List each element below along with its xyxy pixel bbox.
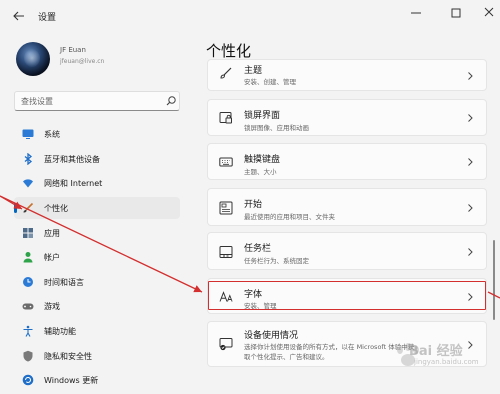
user-email: jfeuan@live.cn — [60, 58, 105, 65]
card-subtitle: 安装、管理 — [244, 302, 277, 310]
card-subtitle: 最近使用的应用和项目、文件夹 — [244, 213, 335, 221]
sidebar-item-label: 游戏 — [44, 302, 60, 311]
account-icon — [23, 252, 33, 263]
maximize-icon[interactable] — [446, 6, 466, 20]
chevron-right-icon — [468, 114, 473, 122]
monitor-icon — [22, 129, 34, 139]
card-title: 字体 — [244, 290, 263, 300]
sidebar-item-accounts[interactable]: 帐户 — [14, 246, 180, 268]
bluetooth-icon — [24, 153, 33, 165]
chevron-right-icon — [468, 293, 473, 301]
card-title: 开始 — [244, 200, 263, 210]
sidebar-item-label: 隐私和安全性 — [44, 352, 92, 361]
card-subtitle: 主题、大小 — [244, 168, 277, 176]
watermark-sub: jingyan.baidu.com — [414, 358, 479, 366]
title-bar: 设置 — [0, 0, 500, 32]
sidebar-item-personalization[interactable]: 个性化 — [14, 197, 180, 219]
sidebar-item-label: 帐户 — [44, 253, 60, 262]
globe-clock-icon — [23, 277, 33, 287]
card-start[interactable]: 开始 最近使用的应用和项目、文件夹 — [207, 188, 487, 226]
brush-icon — [220, 67, 232, 79]
chevron-right-icon — [468, 248, 473, 256]
taskbar-icon — [219, 246, 233, 258]
sidebar-item-windows-update[interactable]: Windows 更新 — [14, 369, 180, 391]
gamepad-icon — [22, 303, 34, 310]
sidebar-item-bluetooth[interactable]: 蓝牙和其他设备 — [14, 148, 180, 170]
card-lock-screen[interactable]: 锁屏界面 锁屏图像、应用和动画 — [207, 99, 487, 136]
sidebar-item-label: 应用 — [44, 229, 60, 238]
chevron-right-icon — [468, 158, 473, 166]
lock-screen-icon — [219, 112, 232, 124]
sidebar-item-system[interactable]: 系统 — [14, 123, 180, 145]
card-title: 触摸键盘 — [244, 155, 281, 165]
card-taskbar[interactable]: 任务栏 任务栏行为、系统固定 — [207, 232, 487, 270]
sidebar-item-time-language[interactable]: 时间和语言 — [14, 271, 180, 293]
sidebar-item-label: 个性化 — [44, 204, 68, 213]
start-icon — [219, 201, 233, 215]
sidebar-item-label: 系统 — [44, 130, 60, 139]
sidebar-item-label: 时间和语言 — [44, 278, 84, 287]
avatar[interactable] — [16, 42, 50, 76]
sidebar: JF Euan jfeuan@live.cn 系统 蓝牙和其他设备 — [0, 32, 190, 394]
sidebar-item-label: 蓝牙和其他设备 — [44, 155, 100, 164]
card-subtitle: 安装、创建、管理 — [244, 78, 296, 86]
chevron-right-icon — [468, 72, 473, 80]
shield-icon — [23, 350, 33, 362]
search-input[interactable] — [21, 94, 159, 108]
user-name: JF Euan — [60, 46, 86, 54]
keyboard-icon — [219, 157, 233, 167]
back-arrow-icon[interactable] — [12, 9, 26, 23]
minimize-icon[interactable] — [406, 6, 426, 20]
settings-window: 设置 JF Euan jfeuan@live.cn 系 — [0, 0, 500, 394]
card-subtitle: 锁屏图像、应用和动画 — [244, 124, 309, 132]
sidebar-item-label: Windows 更新 — [44, 376, 99, 385]
page-title: 个性化 — [206, 42, 252, 60]
sidebar-item-label: 网络和 Internet — [44, 179, 103, 188]
sidebar-item-network[interactable]: 网络和 Internet — [14, 172, 180, 194]
sidebar-item-privacy[interactable]: 隐私和安全性 — [14, 345, 180, 367]
device-usage-icon — [219, 338, 233, 351]
wifi-icon — [23, 179, 33, 188]
card-title: 任务栏 — [244, 244, 272, 254]
card-themes[interactable]: 主题 安装、创建、管理 — [207, 59, 487, 91]
scrollbar[interactable] — [493, 240, 495, 320]
accessibility-icon — [23, 325, 33, 337]
brush-icon — [23, 202, 34, 213]
card-title: 锁屏界面 — [244, 111, 281, 121]
watermark-text: Bai 经验 — [409, 344, 463, 359]
sidebar-item-gaming[interactable]: 游戏 — [14, 295, 180, 317]
card-subtitle-line2: 取个性化提示、广告和建议。 — [244, 353, 329, 361]
search-icon[interactable] — [165, 95, 177, 107]
sidebar-item-label: 辅助功能 — [44, 327, 76, 336]
close-icon[interactable] — [480, 6, 500, 20]
update-icon — [22, 374, 34, 386]
font-icon — [219, 291, 233, 302]
sidebar-item-apps[interactable]: 应用 — [14, 222, 180, 244]
app-title: 设置 — [38, 13, 57, 23]
sidebar-item-accessibility[interactable]: 辅助功能 — [14, 320, 180, 342]
card-subtitle: 任务栏行为、系统固定 — [244, 257, 309, 265]
card-fonts[interactable]: 字体 安装、管理 — [207, 278, 487, 314]
chevron-right-icon — [468, 204, 473, 212]
apps-icon — [23, 228, 33, 238]
search-box[interactable] — [14, 91, 180, 111]
card-title: 设备使用情况 — [244, 331, 299, 341]
card-touch-keyboard[interactable]: 触摸键盘 主题、大小 — [207, 143, 487, 180]
card-title: 主题 — [244, 66, 263, 76]
